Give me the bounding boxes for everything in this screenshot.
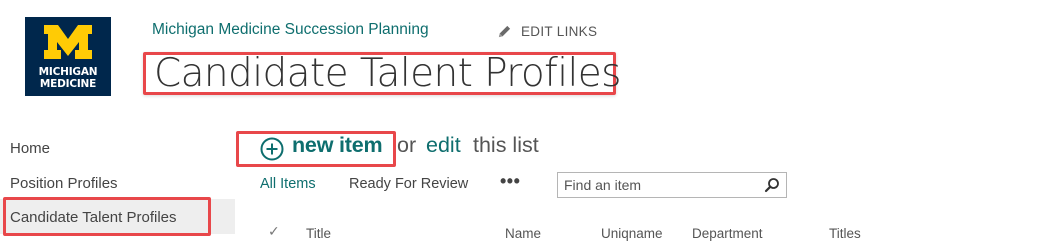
view-ready-for-review[interactable]: Ready For Review bbox=[349, 176, 468, 192]
or-text: or bbox=[397, 133, 417, 157]
column-header-name[interactable]: Name bbox=[505, 226, 541, 241]
logo-text-line1: MICHIGAN bbox=[38, 66, 98, 78]
select-all-checkmark-icon[interactable]: ✓ bbox=[268, 223, 280, 240]
search-box bbox=[557, 172, 787, 198]
pencil-icon bbox=[498, 25, 511, 38]
nav-item-position-profiles[interactable]: Position Profiles bbox=[10, 175, 118, 192]
plus-circle-icon[interactable] bbox=[260, 137, 284, 161]
michigan-medicine-logo[interactable]: MICHIGAN MEDICINE bbox=[25, 17, 111, 96]
nav-highlight-box bbox=[3, 197, 211, 236]
view-all-items[interactable]: All Items bbox=[260, 176, 316, 192]
page-title-text: Candidate Talent Profiles bbox=[154, 51, 621, 96]
edit-links-label: EDIT LINKS bbox=[521, 24, 598, 39]
block-m-icon bbox=[44, 25, 92, 59]
this-list-text: this list bbox=[473, 133, 539, 157]
new-item-link[interactable]: new item bbox=[292, 133, 383, 158]
page-title: Candidate Talent Profiles bbox=[143, 51, 621, 96]
more-views-ellipsis[interactable]: ••• bbox=[500, 171, 520, 192]
logo-text-line2: MEDICINE bbox=[39, 78, 97, 90]
column-header-department[interactable]: Department bbox=[692, 226, 763, 241]
nav-item-home[interactable]: Home bbox=[10, 140, 50, 157]
edit-links-button[interactable]: EDIT LINKS bbox=[497, 24, 597, 39]
search-icon[interactable] bbox=[764, 177, 780, 193]
column-header-title[interactable]: Title bbox=[306, 226, 331, 241]
edit-list-link[interactable]: edit bbox=[426, 133, 461, 158]
site-title-link[interactable]: Michigan Medicine Succession Planning bbox=[152, 21, 429, 39]
search-input[interactable] bbox=[564, 175, 754, 195]
column-header-titles[interactable]: Titles bbox=[829, 226, 861, 241]
column-header-uniqname[interactable]: Uniqname bbox=[601, 226, 663, 241]
